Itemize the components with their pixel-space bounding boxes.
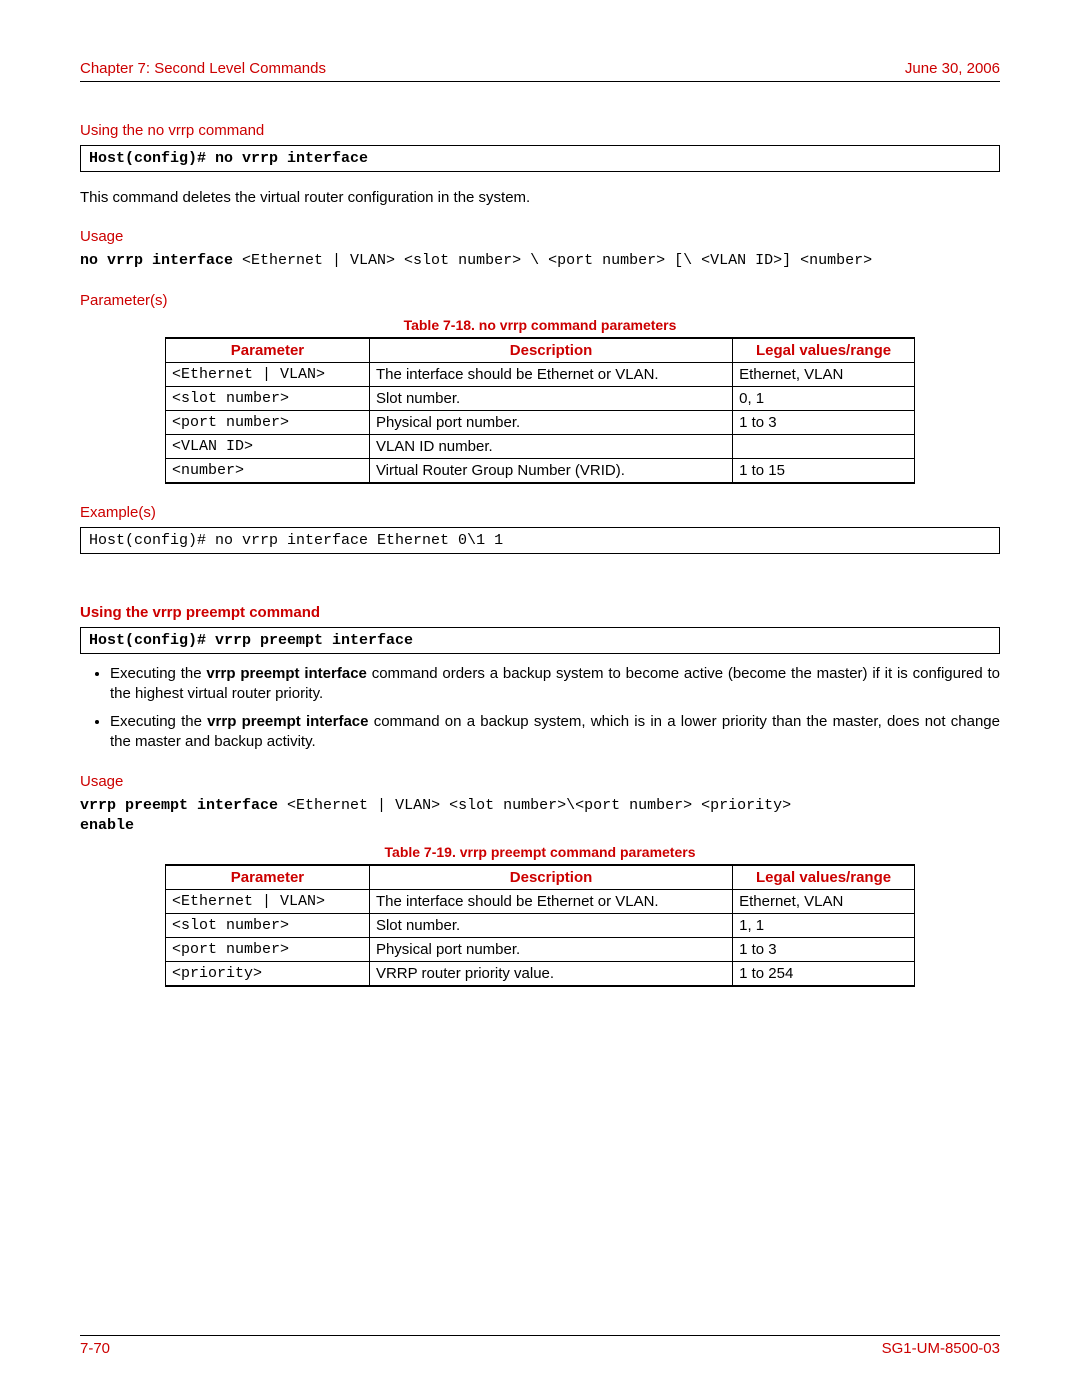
usage-mid: <Ethernet | VLAN> <slot number>\<port nu… bbox=[287, 797, 800, 814]
table-header-row: Parameter Description Legal values/range bbox=[166, 338, 915, 363]
table-header-row: Parameter Description Legal values/range bbox=[166, 865, 915, 890]
cell-desc: Physical port number. bbox=[369, 410, 732, 434]
usage-bold: no vrrp interface bbox=[80, 252, 242, 269]
table-caption-7-19: Table 7-19. vrrp preempt command paramet… bbox=[80, 844, 1000, 860]
cell-desc: VRRP router priority value. bbox=[369, 962, 732, 987]
cell-param: <Ethernet | VLAN> bbox=[166, 362, 370, 386]
cell-legal: 0, 1 bbox=[733, 386, 915, 410]
list-item: Executing the vrrp preempt interface com… bbox=[110, 664, 1000, 705]
cell-desc: Physical port number. bbox=[369, 938, 732, 962]
table-row: <VLAN ID> VLAN ID number. bbox=[166, 434, 915, 458]
examples-heading: Example(s) bbox=[80, 504, 1000, 521]
footer-rule bbox=[80, 1335, 1000, 1336]
table-row: <port number> Physical port number. 1 to… bbox=[166, 410, 915, 434]
cell-desc: VLAN ID number. bbox=[369, 434, 732, 458]
command-syntax-vrrp-preempt: Host(config)# vrrp preempt interface bbox=[80, 627, 1000, 654]
page-header: Chapter 7: Second Level Commands June 30… bbox=[80, 60, 1000, 77]
cell-param: <port number> bbox=[166, 938, 370, 962]
command-description: This command deletes the virtual router … bbox=[80, 188, 1000, 208]
usage-bold: vrrp preempt interface bbox=[80, 797, 287, 814]
usage-heading: Usage bbox=[80, 228, 1000, 245]
table-row: <port number> Physical port number. 1 to… bbox=[166, 938, 915, 962]
usage-syntax-no-vrrp: no vrrp interface <Ethernet | VLAN> <slo… bbox=[80, 251, 1000, 271]
command-syntax-no-vrrp: Host(config)# no vrrp interface bbox=[80, 145, 1000, 172]
table-row: <number> Virtual Router Group Number (VR… bbox=[166, 458, 915, 483]
section-heading-no-vrrp: Using the no vrrp command bbox=[80, 122, 1000, 139]
usage-heading: Usage bbox=[80, 773, 1000, 790]
inline-command: vrrp preempt interface bbox=[206, 665, 367, 682]
example-no-vrrp: Host(config)# no vrrp interface Ethernet… bbox=[80, 527, 1000, 554]
table-row: <Ethernet | VLAN> The interface should b… bbox=[166, 362, 915, 386]
doc-id: SG1-UM-8500-03 bbox=[882, 1340, 1000, 1357]
parameters-heading: Parameter(s) bbox=[80, 292, 1000, 309]
inline-command: vrrp preempt interface bbox=[207, 713, 368, 730]
section-heading-vrrp-preempt: Using the vrrp preempt command bbox=[80, 604, 1000, 621]
cell-param: <slot number> bbox=[166, 386, 370, 410]
usage-rest: <Ethernet | VLAN> <slot number> \ <port … bbox=[242, 252, 872, 269]
table-row: <slot number> Slot number. 1, 1 bbox=[166, 914, 915, 938]
th-parameter: Parameter bbox=[166, 338, 370, 363]
cell-desc: The interface should be Ethernet or VLAN… bbox=[369, 362, 732, 386]
page-number: 7-70 bbox=[80, 1340, 110, 1357]
th-legal: Legal values/range bbox=[733, 865, 915, 890]
cell-param: <Ethernet | VLAN> bbox=[166, 890, 370, 914]
th-description: Description bbox=[369, 865, 732, 890]
preempt-bullets: Executing the vrrp preempt interface com… bbox=[110, 664, 1000, 753]
cell-legal: 1, 1 bbox=[733, 914, 915, 938]
cell-param: <number> bbox=[166, 458, 370, 483]
usage-bold: enable bbox=[80, 817, 134, 834]
table-row: <priority> VRRP router priority value. 1… bbox=[166, 962, 915, 987]
cell-desc: Slot number. bbox=[369, 386, 732, 410]
usage-syntax-vrrp-preempt: vrrp preempt interface <Ethernet | VLAN>… bbox=[80, 796, 1000, 837]
table-no-vrrp-params: Parameter Description Legal values/range… bbox=[165, 337, 915, 484]
cell-legal bbox=[733, 434, 915, 458]
page-footer: 7-70 SG1-UM-8500-03 bbox=[80, 1340, 1000, 1357]
cell-legal: 1 to 3 bbox=[733, 410, 915, 434]
th-parameter: Parameter bbox=[166, 865, 370, 890]
cell-legal: Ethernet, VLAN bbox=[733, 890, 915, 914]
table-vrrp-preempt-params: Parameter Description Legal values/range… bbox=[165, 864, 915, 987]
cell-desc: The interface should be Ethernet or VLAN… bbox=[369, 890, 732, 914]
table-caption-7-18: Table 7-18. no vrrp command parameters bbox=[80, 317, 1000, 333]
table-row: <Ethernet | VLAN> The interface should b… bbox=[166, 890, 915, 914]
list-item: Executing the vrrp preempt interface com… bbox=[110, 712, 1000, 753]
header-date: June 30, 2006 bbox=[905, 60, 1000, 77]
cell-legal: 1 to 15 bbox=[733, 458, 915, 483]
bullet-text: Executing the bbox=[110, 665, 206, 682]
cell-param: <slot number> bbox=[166, 914, 370, 938]
cell-legal: Ethernet, VLAN bbox=[733, 362, 915, 386]
cell-legal: 1 to 3 bbox=[733, 938, 915, 962]
th-description: Description bbox=[369, 338, 732, 363]
cell-param: <VLAN ID> bbox=[166, 434, 370, 458]
header-rule bbox=[80, 81, 1000, 82]
chapter-title: Chapter 7: Second Level Commands bbox=[80, 60, 326, 77]
cell-desc: Slot number. bbox=[369, 914, 732, 938]
th-legal: Legal values/range bbox=[733, 338, 915, 363]
cell-param: <port number> bbox=[166, 410, 370, 434]
table-row: <slot number> Slot number. 0, 1 bbox=[166, 386, 915, 410]
cell-legal: 1 to 254 bbox=[733, 962, 915, 987]
bullet-text: Executing the bbox=[110, 713, 207, 730]
cell-param: <priority> bbox=[166, 962, 370, 987]
cell-desc: Virtual Router Group Number (VRID). bbox=[369, 458, 732, 483]
